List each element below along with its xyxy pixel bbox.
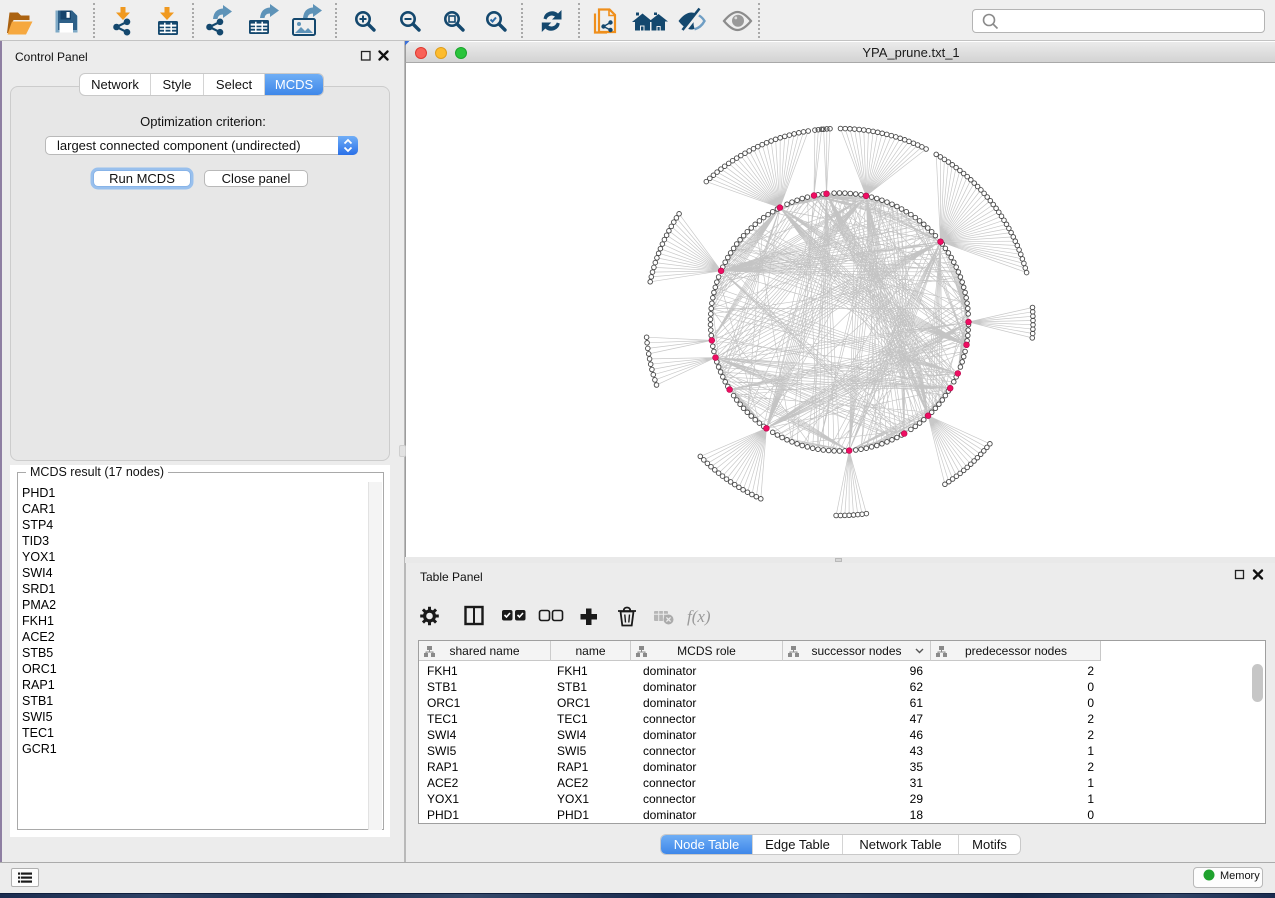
- svg-text:f(x): f(x): [687, 607, 711, 626]
